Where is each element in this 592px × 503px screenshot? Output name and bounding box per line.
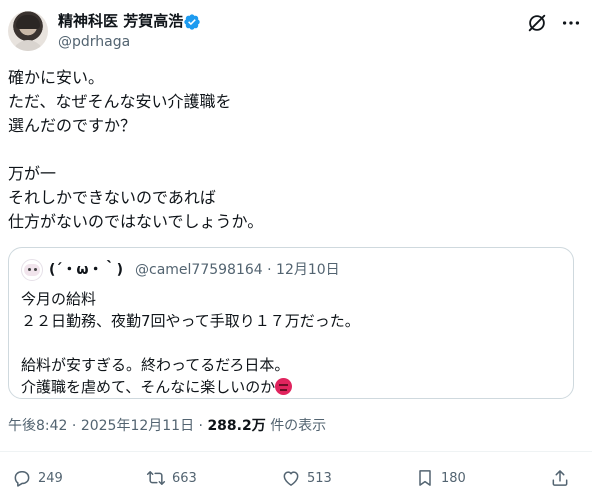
quoted-line: ２２日勤務、夜勤7回やって手取り１７万だった。: [21, 312, 360, 330]
heart-icon: [283, 471, 299, 486]
author-handle[interactable]: @pdrhaga: [58, 33, 130, 51]
quoted-author-handle[interactable]: @camel77598164: [135, 262, 263, 278]
quoted-body: 今月の給料 ２２日勤務、夜勤7回やって手取り１７万だった。 給料が安すぎる。終わ…: [21, 288, 561, 398]
bookmark-button[interactable]: 180: [415, 467, 466, 489]
bookmark-count: 180: [441, 470, 466, 486]
share-icon: [552, 470, 568, 486]
verified-badge-icon: [184, 14, 200, 30]
meta-separator: ·: [198, 418, 203, 434]
quoted-line: 給料が安すぎる。終わってるだろ日本。: [21, 356, 290, 374]
avatar-face: [24, 264, 40, 276]
tweet-line: それしかできないのであれば: [8, 188, 216, 207]
author-avatar[interactable]: [8, 11, 48, 51]
angry-face-icon: [275, 378, 293, 395]
quoted-author-avatar[interactable]: [21, 259, 43, 281]
quoted-date[interactable]: 12月10日: [276, 262, 340, 278]
quoted-line-with-emoji: 介護職を虐めて、そんなに楽しいのか: [21, 376, 561, 398]
repost-count: 663: [172, 470, 197, 486]
author-display-name[interactable]: 精神科医 芳賀高浩: [58, 11, 183, 31]
tweet-header: 精神科医 芳賀高浩 @pdrhaga: [0, 0, 592, 60]
tweet-line: ただ、なぜそんな安い介護職を: [8, 92, 232, 111]
avatar-eye: [34, 268, 37, 271]
tweet-line: 万が一: [8, 164, 57, 183]
divider: [0, 451, 592, 452]
avatar-eye: [28, 268, 31, 271]
quoted-author-meta: @camel77598164 · 12月10日: [135, 261, 340, 279]
more-options-icon[interactable]: [560, 12, 582, 34]
avatar-shoulders: [12, 40, 44, 51]
reply-icon: [14, 471, 30, 487]
tweet-meta: 午後8:42 · 2025年12月11日 · 288.2万 件の表示: [8, 417, 326, 435]
tweet-line: 仕方がないのではないでしょうか。: [8, 212, 264, 231]
reply-button[interactable]: 249: [12, 467, 63, 489]
quoted-line: 今月の給料: [21, 290, 97, 308]
post-date[interactable]: 2025年12月11日: [81, 418, 194, 434]
views-label: 件の表示: [270, 418, 327, 434]
action-bar: 249 663 513 180: [0, 463, 592, 493]
quoted-tweet[interactable]: (´・ω・｀) @camel77598164 · 12月10日 今月の給料 ２２…: [8, 247, 574, 399]
quoted-blank-line: [21, 332, 561, 354]
quoted-author-name[interactable]: (´・ω・｀): [49, 261, 123, 279]
repost-icon: [146, 471, 166, 485]
reply-count: 249: [38, 470, 63, 486]
meta-separator: ·: [71, 418, 77, 434]
post-time[interactable]: 午後8:42: [8, 418, 67, 434]
bookmark-icon: [419, 470, 431, 486]
like-button[interactable]: 513: [281, 467, 332, 489]
quoted-line: 介護職を虐めて、そんなに楽しいのか: [21, 378, 276, 396]
views-count: 288.2万: [207, 418, 266, 434]
repost-button[interactable]: 663: [146, 467, 197, 489]
grok-icon[interactable]: [526, 12, 548, 34]
avatar-hair: [16, 15, 40, 29]
share-button[interactable]: [550, 467, 570, 489]
like-count: 513: [307, 470, 332, 486]
tweet-line: 確かに安い。: [8, 68, 105, 87]
tweet-line: 選んだのですか？: [8, 116, 137, 135]
meta-separator: ·: [267, 262, 272, 278]
tweet-body: 確かに安い。 ただ、なぜそんな安い介護職を 選んだのですか？ 万が一 それしかで…: [8, 66, 578, 234]
